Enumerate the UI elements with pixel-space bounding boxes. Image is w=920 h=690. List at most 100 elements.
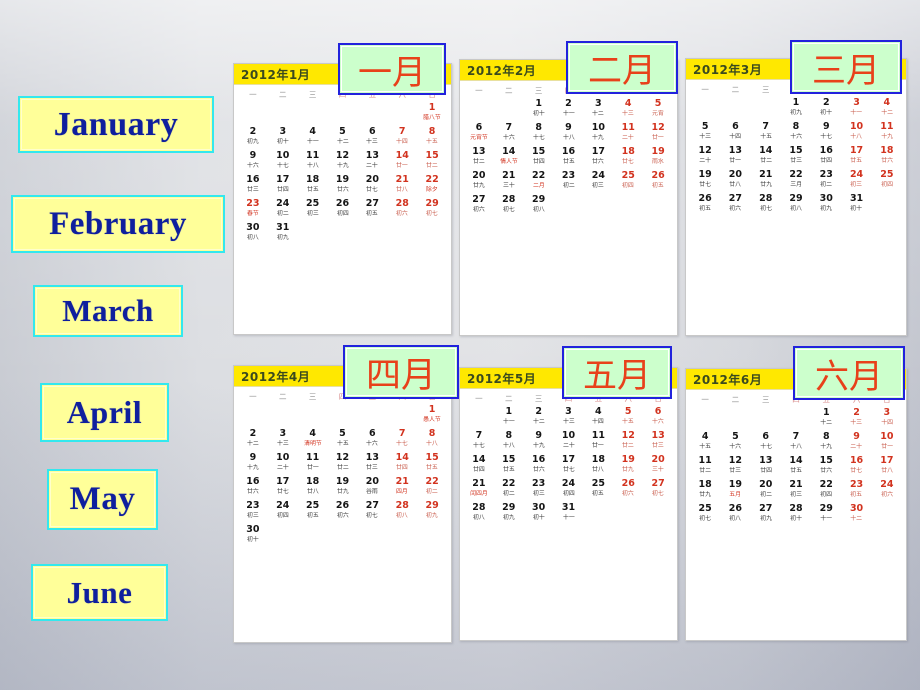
day-cell[interactable]: 26 初四: [328, 197, 358, 221]
day-cell[interactable]: 11 二十: [613, 121, 643, 145]
day-cell[interactable]: 30 十二: [841, 502, 871, 526]
day-cell[interactable]: 29 十一: [811, 502, 841, 526]
day-cell[interactable]: 23 初三: [238, 499, 268, 523]
day-cell[interactable]: 6 十七: [751, 430, 781, 454]
day-cell[interactable]: 25 初四: [613, 169, 643, 193]
day-cell[interactable]: 15 廿二: [417, 149, 447, 173]
day-cell[interactable]: 18 廿六: [872, 144, 902, 168]
day-cell[interactable]: 15 廿三: [781, 144, 811, 168]
day-cell[interactable]: 5 十二: [328, 125, 358, 149]
day-cell[interactable]: 22 初二: [417, 475, 447, 499]
day-cell[interactable]: 18 廿八: [298, 475, 328, 499]
day-cell[interactable]: 10 二十: [268, 451, 298, 475]
day-cell[interactable]: 13 廿三: [643, 429, 673, 453]
day-cell[interactable]: 16 廿七: [841, 454, 871, 478]
en-label-april[interactable]: April: [40, 383, 169, 442]
day-cell[interactable]: 27 初七: [643, 477, 673, 501]
day-cell[interactable]: 8 十八: [417, 427, 447, 451]
day-cell[interactable]: 17 廿八: [872, 454, 902, 478]
day-cell[interactable]: 23 初二: [811, 168, 841, 192]
day-cell[interactable]: 19 廿九: [613, 453, 643, 477]
en-label-march[interactable]: March: [33, 285, 183, 337]
calendar-january[interactable]: 2012年1月 一二三四五六日 1腊八节2初九3初十4十一5十二6十三7十四8十…: [233, 63, 452, 335]
day-cell[interactable]: 3 十一: [841, 96, 871, 120]
day-cell[interactable]: 25 初五: [583, 477, 613, 501]
day-cell[interactable]: 16 廿三: [238, 173, 268, 197]
day-cell[interactable]: 23 初二: [554, 169, 584, 193]
day-cell[interactable]: 12 廿一: [643, 121, 673, 145]
day-cell[interactable]: 30 初八: [238, 221, 268, 245]
day-cell[interactable]: 12 十九: [328, 149, 358, 173]
day-cell[interactable]: 19 雨水: [643, 145, 673, 169]
cn-label-april[interactable]: 四月: [343, 345, 459, 399]
day-cell[interactable]: 5 十三: [690, 120, 720, 144]
day-cell[interactable]: 19 廿九: [328, 475, 358, 499]
day-cell[interactable]: 26 初六: [613, 477, 643, 501]
day-cell[interactable]: 24 初二: [268, 197, 298, 221]
day-cell[interactable]: 22 二月: [524, 169, 554, 193]
day-cell[interactable]: 26 初五: [643, 169, 673, 193]
day-cell[interactable]: 25 初三: [298, 197, 328, 221]
day-cell[interactable]: 8 十八: [494, 429, 524, 453]
day-cell[interactable]: 26 初六: [328, 499, 358, 523]
day-cell[interactable]: 5 十五: [613, 405, 643, 429]
day-cell[interactable]: 3 十三: [554, 405, 584, 429]
day-cell[interactable]: 15 廿五: [417, 451, 447, 475]
day-cell[interactable]: 22 初四: [811, 478, 841, 502]
day-cell[interactable]: 11 廿二: [690, 454, 720, 478]
day-cell[interactable]: 21 廿八: [387, 173, 417, 197]
day-cell[interactable]: 21 初三: [781, 478, 811, 502]
day-cell[interactable]: 30 初十: [238, 523, 268, 547]
day-cell[interactable]: 26 初八: [720, 502, 750, 526]
day-cell[interactable]: 17 廿六: [583, 145, 613, 169]
day-cell[interactable]: 19 廿七: [690, 168, 720, 192]
day-cell[interactable]: 1 初十: [524, 97, 554, 121]
day-cell[interactable]: 10 十七: [268, 149, 298, 173]
day-cell[interactable]: 2 初九: [238, 125, 268, 149]
day-cell[interactable]: 11 廿一: [298, 451, 328, 475]
day-cell[interactable]: 13 廿四: [751, 454, 781, 478]
day-cell[interactable]: 27 初七: [357, 499, 387, 523]
day-cell[interactable]: 7 十八: [781, 430, 811, 454]
cn-label-may[interactable]: 五月: [562, 346, 672, 399]
day-cell[interactable]: 21 闰四月: [464, 477, 494, 501]
day-cell[interactable]: 14 廿二: [751, 144, 781, 168]
day-cell[interactable]: 9 二十: [841, 430, 871, 454]
day-cell[interactable]: 6 元宵节: [464, 121, 494, 145]
day-cell[interactable]: 16 廿六: [524, 453, 554, 477]
day-cell[interactable]: 16 廿五: [554, 145, 584, 169]
day-cell[interactable]: 16 廿六: [238, 475, 268, 499]
day-cell[interactable]: 14 廿一: [387, 149, 417, 173]
day-cell[interactable]: 11 十九: [872, 120, 902, 144]
day-cell[interactable]: 28 初六: [387, 197, 417, 221]
day-cell[interactable]: 5 十五: [328, 427, 358, 451]
day-cell[interactable]: 20 初二: [751, 478, 781, 502]
day-cell[interactable]: 9 十九: [238, 451, 268, 475]
day-cell[interactable]: 24 初三: [841, 168, 871, 192]
day-cell[interactable]: 28 初七: [494, 193, 524, 217]
day-cell[interactable]: 4 十五: [690, 430, 720, 454]
day-cell[interactable]: 8 十五: [417, 125, 447, 149]
day-cell[interactable]: 30 初九: [811, 192, 841, 216]
day-cell[interactable]: 25 初七: [690, 502, 720, 526]
day-cell[interactable]: 28 初八: [387, 499, 417, 523]
day-cell[interactable]: 24 初六: [872, 478, 902, 502]
day-cell[interactable]: 17 廿五: [841, 144, 871, 168]
day-cell[interactable]: 5 元宵: [643, 97, 673, 121]
day-cell[interactable]: 6 十四: [720, 120, 750, 144]
day-cell[interactable]: 2 十一: [554, 97, 584, 121]
day-cell[interactable]: 1 初九: [781, 96, 811, 120]
day-cell[interactable]: 6 十三: [357, 125, 387, 149]
day-cell[interactable]: 29 初八: [524, 193, 554, 217]
cn-label-june[interactable]: 六月: [793, 346, 905, 400]
day-cell[interactable]: 28 初八: [464, 501, 494, 525]
day-cell[interactable]: 15 廿四: [524, 145, 554, 169]
day-cell[interactable]: 4 十四: [583, 405, 613, 429]
day-cell[interactable]: 1 腊八节: [417, 101, 447, 125]
day-cell[interactable]: 1 愚人节: [417, 403, 447, 427]
day-cell[interactable]: 3 十二: [583, 97, 613, 121]
day-cell[interactable]: 21 三十: [494, 169, 524, 193]
day-cell[interactable]: 13 廿二: [464, 145, 494, 169]
day-cell[interactable]: 4 十一: [298, 125, 328, 149]
day-cell[interactable]: 24 初四: [268, 499, 298, 523]
